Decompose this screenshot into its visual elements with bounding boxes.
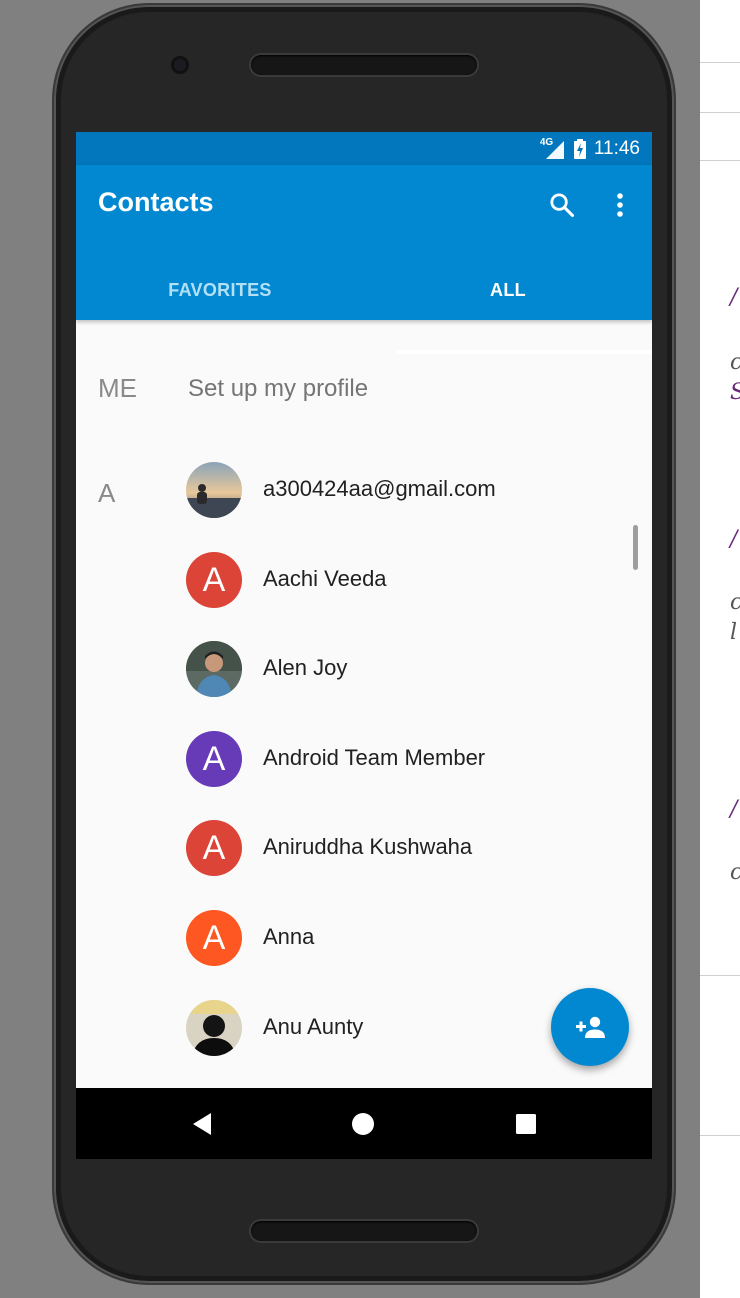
contact-name: Aachi Veeda: [263, 566, 387, 591]
tab-all[interactable]: ALL: [364, 260, 652, 320]
status-time: 11:46: [593, 137, 640, 159]
editor-divider: [700, 160, 740, 161]
list-item[interactable]: A Aachi Veeda: [76, 535, 652, 625]
editor-glyph: c: [730, 590, 740, 615]
avatar: A: [186, 910, 242, 966]
background-editor-window: / c S / c l / c: [700, 0, 740, 1298]
add-contact-button[interactable]: [551, 988, 629, 1066]
editor-glyph: /: [730, 797, 738, 822]
avatar: A: [186, 820, 242, 876]
list-item[interactable]: Alen Joy: [76, 624, 652, 714]
avatar: [186, 1000, 242, 1056]
recents-button[interactable]: [506, 1104, 546, 1144]
contact-name: Alen Joy: [263, 655, 348, 680]
editor-glyph: c: [730, 860, 740, 885]
device-screen: 4G 11:46 Contacts FAVORITES ALL ME Set u…: [76, 132, 652, 1159]
editor-glyph: /: [730, 285, 738, 310]
list-item[interactable]: A Android Team Member: [76, 714, 652, 804]
setup-profile-text: Set up my profile: [188, 375, 369, 402]
my-profile-row[interactable]: ME Set up my profile: [76, 367, 652, 417]
bottom-speaker: [251, 1221, 477, 1241]
status-icons: 4G 11:46: [540, 132, 640, 165]
list-item[interactable]: A a300424aa@gmail.com: [76, 445, 652, 535]
avatar: A: [186, 552, 242, 608]
back-button[interactable]: [182, 1104, 222, 1144]
contact-name: Anu Aunty: [263, 1014, 364, 1039]
more-vert-icon: [617, 193, 623, 217]
add-contact-icon: [576, 1016, 605, 1038]
home-button[interactable]: [343, 1104, 383, 1144]
editor-glyph: c: [730, 350, 740, 375]
contact-name: a300424aa@gmail.com: [263, 476, 496, 501]
app-bar: Contacts FAVORITES ALL: [76, 165, 652, 354]
editor-glyph: /: [730, 527, 738, 552]
tab-favorites[interactable]: FAVORITES: [76, 260, 364, 320]
editor-divider: [700, 1135, 740, 1136]
section-header-me: ME: [98, 373, 137, 403]
section-header-a: A: [98, 478, 116, 508]
editor-divider: [700, 62, 740, 63]
list-item[interactable]: A Anna: [76, 893, 652, 983]
top-speaker: [251, 55, 477, 75]
front-camera: [171, 56, 189, 74]
contact-name: Aniruddha Kushwaha: [263, 834, 473, 859]
recents-icon: [516, 1114, 536, 1134]
back-icon: [193, 1113, 211, 1135]
navigation-bar: [76, 1088, 652, 1159]
app-title: Contacts: [98, 187, 214, 217]
avatar: [186, 641, 242, 697]
editor-divider: [700, 112, 740, 113]
avatar: [186, 462, 242, 518]
home-icon: [352, 1113, 374, 1135]
list-item[interactable]: A Aniruddha Kushwaha: [76, 803, 652, 893]
avatar: A: [186, 731, 242, 787]
contact-name: Anna: [263, 924, 315, 949]
editor-glyph: l: [730, 620, 738, 645]
more-options-button[interactable]: [600, 185, 640, 225]
editor-glyph: S: [730, 380, 740, 405]
contact-name: Android Team Member: [263, 745, 486, 770]
editor-divider: [700, 975, 740, 976]
status-bar: 4G 11:46: [76, 132, 652, 165]
search-button[interactable]: [542, 185, 582, 225]
battery-charging-icon: [573, 138, 586, 159]
search-icon: [550, 193, 575, 218]
signal-icon: 4G: [540, 137, 566, 159]
